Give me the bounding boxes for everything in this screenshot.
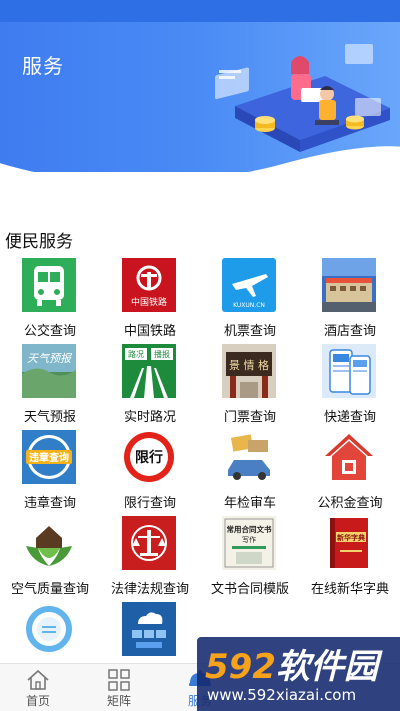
- service-label: 公积金查询: [317, 496, 383, 511]
- service-item-hotel[interactable]: 酒店查询: [300, 258, 400, 344]
- service-item-law[interactable]: 法律法规查询: [100, 516, 200, 602]
- hotel-building-icon: [322, 258, 376, 312]
- tab-label: 首页: [25, 694, 50, 708]
- tab-label: 矩阵: [106, 694, 131, 708]
- contract-book-icon: 常用合同文书 写作: [222, 516, 276, 570]
- bus-icon: [22, 258, 76, 312]
- service-item-violation[interactable]: 违章查询 违章查询: [0, 430, 100, 516]
- road-sign-icon: 路况 播报: [122, 344, 176, 398]
- service-item-restriction[interactable]: 限行 限行查询: [100, 430, 200, 516]
- service-label: 法律法规查询: [110, 582, 189, 597]
- service-item-weather[interactable]: 天气预报 天气预报: [0, 344, 100, 430]
- car-inspection-icon: [222, 430, 276, 484]
- weather-icon-text: 天气预报: [27, 352, 73, 365]
- section-title: 便民服务: [5, 232, 73, 252]
- traffic-icon-text-left: 路况: [128, 349, 144, 359]
- contract-icon-text: 常用合同文书: [227, 524, 272, 534]
- green-house-icon: [22, 516, 76, 570]
- page-title: 服务: [22, 54, 64, 78]
- service-label: 空气质量查询: [10, 582, 89, 597]
- service-label: 违章查询: [23, 496, 76, 511]
- ticket-icon-text: 景 情 格: [229, 358, 269, 372]
- home-icon: [27, 669, 49, 690]
- china-railway-icon: 中国铁路: [122, 258, 176, 312]
- service-item-dictionary[interactable]: 新华字典 在线新华字典: [300, 516, 400, 602]
- service-label: 公交查询: [23, 324, 76, 339]
- airplane-icon: KUXUN.CN: [222, 258, 276, 312]
- watermark-brand: 软件园: [275, 647, 378, 687]
- violation-badge-icon: 违章查询: [22, 430, 76, 484]
- service-label: 中国铁路: [123, 324, 176, 339]
- service-label: 实时路况: [123, 410, 176, 425]
- service-label: 天气预报: [23, 410, 76, 425]
- site-watermark: 592软件园 www.592xiazai.com: [197, 637, 400, 711]
- service-label: 文书合同模版: [210, 582, 289, 597]
- house-fund-icon: [322, 430, 376, 484]
- service-label: 门票查询: [223, 410, 276, 425]
- service-item-railway[interactable]: 中国铁路 中国铁路: [100, 258, 200, 344]
- tab-matrix[interactable]: 矩阵: [74, 664, 164, 711]
- service-label: 限行查询: [123, 496, 176, 511]
- railway-icon-text: 中国铁路: [131, 296, 167, 308]
- service-item-bus[interactable]: 公交查询: [0, 258, 100, 344]
- dictionary-icon: 新华字典: [322, 516, 376, 570]
- contract-icon-subtext: 写作: [242, 535, 256, 544]
- service-label: 机票查询: [223, 324, 276, 339]
- watermark-logo: 592软件园: [205, 639, 378, 688]
- tab-home[interactable]: 首页: [0, 664, 83, 711]
- violation-icon-text: 违章查询: [29, 451, 69, 464]
- service-item-flight[interactable]: KUXUN.CN 机票查询: [200, 258, 300, 344]
- cloud-flow-icon: [122, 602, 176, 656]
- cycle-diagram-icon: [22, 602, 76, 656]
- service-item-ticket[interactable]: 景 情 格 门票查询: [200, 344, 300, 430]
- service-item-contract[interactable]: 常用合同文书 写作 文书合同模版: [200, 516, 300, 602]
- grid-icon: [108, 669, 130, 691]
- service-item-express[interactable]: 快递查询: [300, 344, 400, 430]
- dictionary-icon-text: 新华字典: [337, 533, 365, 542]
- service-label: 在线新华字典: [310, 582, 389, 597]
- express-app-icon: [322, 344, 376, 398]
- header-wave: [0, 146, 400, 172]
- service-label: 年检审车: [223, 496, 276, 511]
- restriction-icon-text: 限行: [135, 449, 163, 466]
- watermark-number: 592: [205, 647, 276, 687]
- service-item-housing-fund[interactable]: 公积金查询: [300, 430, 400, 516]
- service-label: 酒店查询: [323, 324, 376, 339]
- weather-photo-icon: 天气预报: [22, 344, 76, 398]
- header-banner: 服务: [0, 22, 400, 172]
- airplane-icon-text: KUXUN.CN: [233, 302, 265, 309]
- status-bar: [0, 0, 400, 22]
- service-item-traffic[interactable]: 路况 播报 实时路况: [100, 344, 200, 430]
- service-item-air-quality[interactable]: 空气质量查询: [0, 516, 100, 602]
- traffic-icon-text-right: 播报: [154, 349, 170, 359]
- restriction-sign-icon: 限行: [122, 430, 176, 484]
- office-illustration: [215, 44, 390, 152]
- service-label: 快递查询: [323, 410, 376, 425]
- watermark-url: www.592xiazai.com: [207, 686, 357, 704]
- service-item-inspection[interactable]: 年检审车: [200, 430, 300, 516]
- law-emblem-icon: [122, 516, 176, 570]
- ticket-gate-icon: 景 情 格: [222, 344, 276, 398]
